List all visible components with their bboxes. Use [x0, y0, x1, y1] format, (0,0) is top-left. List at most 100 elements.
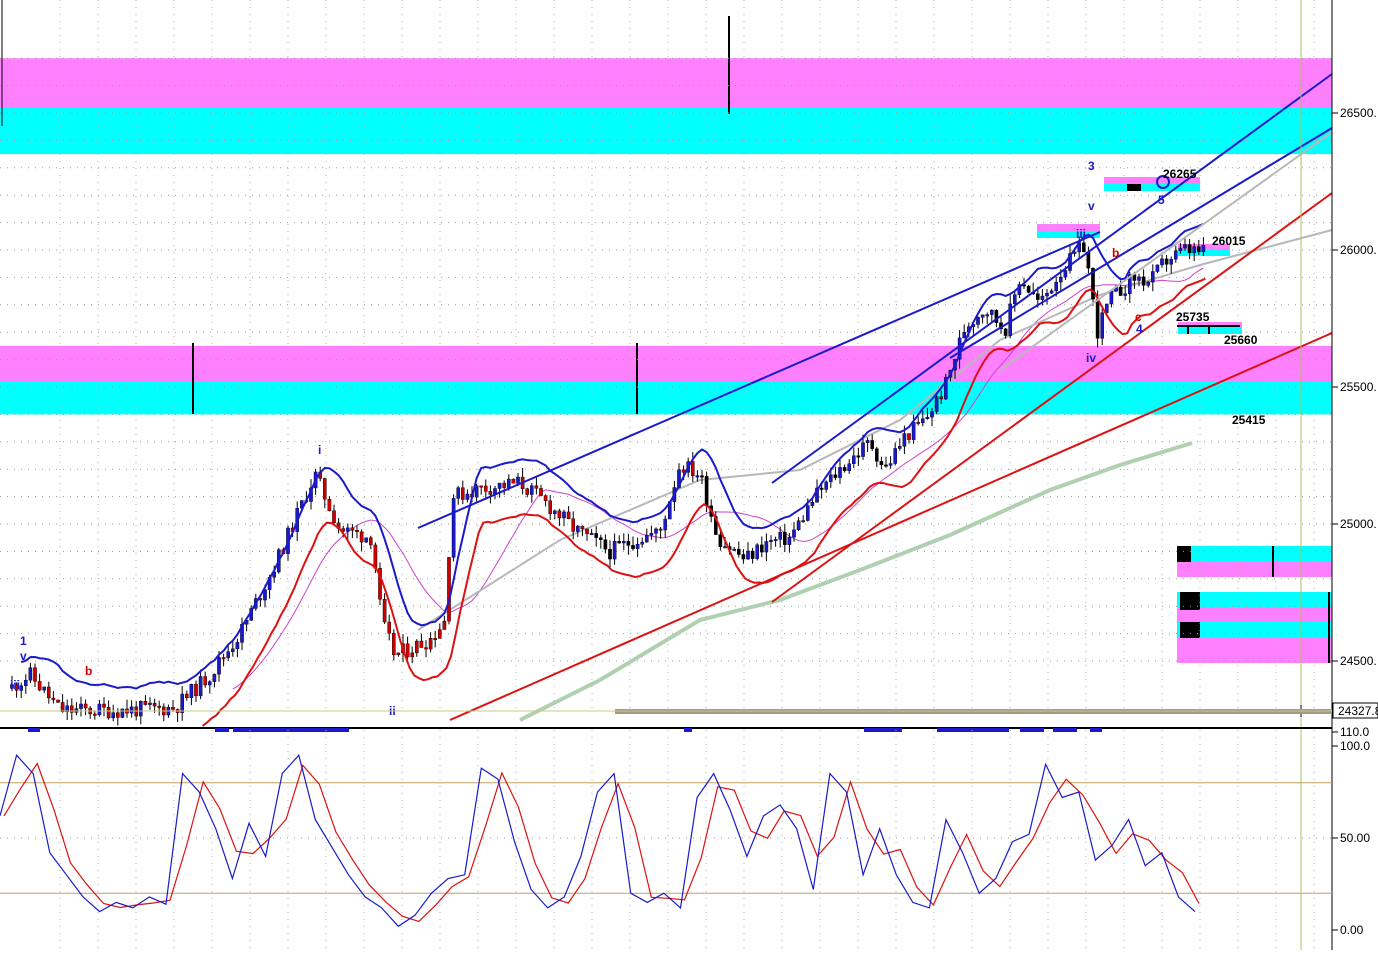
chart-svg: 1viiibiii3viiiivbc45 2626526015257352566…	[0, 0, 1378, 950]
candle-body	[737, 548, 741, 555]
zone-band	[1037, 224, 1100, 231]
candle-body	[870, 440, 874, 449]
candle-body	[129, 706, 134, 714]
candle-body	[723, 546, 727, 549]
candle-body	[626, 541, 631, 546]
zone-band	[0, 381, 1332, 415]
candle-body	[189, 684, 194, 699]
candle-body	[392, 633, 396, 656]
wave-label: 5	[1158, 193, 1165, 207]
candle-body	[120, 708, 125, 718]
candle-body	[576, 525, 580, 532]
candle-body	[373, 544, 378, 569]
signal-block	[215, 728, 229, 732]
candle-body	[1173, 250, 1178, 260]
candle-body	[760, 544, 764, 553]
zone-band	[1177, 592, 1332, 607]
candle-body	[829, 474, 833, 483]
candle-body	[1164, 258, 1169, 265]
candle-body	[893, 448, 897, 464]
zone-band	[1104, 184, 1200, 191]
candle-body	[1178, 247, 1183, 251]
candle-body	[976, 317, 980, 325]
candle-body	[1026, 285, 1031, 293]
candle-body	[750, 550, 755, 559]
candle-body	[1109, 291, 1114, 305]
green-moving-average	[519, 441, 1193, 722]
candle-body	[525, 488, 529, 495]
oscillator-lines	[0, 753, 1200, 928]
candle-body	[622, 541, 626, 544]
price-level-label: 25415	[1232, 413, 1266, 427]
zone-band	[0, 107, 1332, 155]
candle-body	[497, 482, 502, 489]
candle-body	[350, 527, 355, 531]
candle-body	[663, 518, 667, 531]
candle-body	[111, 712, 115, 719]
candle-body	[516, 476, 520, 484]
candle-body	[230, 648, 235, 652]
candle-body	[1160, 258, 1164, 266]
candle-body	[424, 647, 428, 650]
wave-label: v	[20, 649, 27, 663]
candle-body	[461, 487, 465, 500]
candle-body	[24, 680, 28, 686]
candle-body	[704, 476, 709, 506]
candle-body	[580, 525, 585, 530]
candle-body	[980, 314, 985, 318]
candle-body	[852, 455, 856, 464]
candle-body	[194, 684, 198, 697]
candle-body	[1054, 281, 1058, 292]
candle-body	[842, 467, 847, 471]
candle-body	[608, 548, 612, 560]
candle-body	[1155, 264, 1160, 272]
candle-body	[37, 681, 42, 691]
axis-tick-label: 24500.	[1340, 654, 1377, 668]
signal-block	[1053, 728, 1077, 732]
candle-body	[511, 478, 516, 484]
candle-body	[484, 485, 488, 492]
candle-body	[1003, 328, 1008, 336]
candle-body	[911, 421, 916, 440]
candle-body	[364, 537, 369, 543]
candle-body	[387, 621, 392, 634]
candle-body	[217, 657, 221, 675]
candle-body	[792, 529, 796, 538]
candle-body	[810, 501, 815, 506]
candle-body	[1081, 242, 1086, 253]
candle-body	[566, 511, 571, 519]
candle-body	[645, 535, 649, 543]
candle-body	[879, 461, 884, 466]
wave-label: iii	[10, 678, 20, 692]
candle-body	[502, 482, 507, 488]
candle-body	[681, 469, 686, 473]
axis-tick-label: 50.00	[1340, 831, 1370, 845]
candle-body	[603, 539, 608, 550]
candle-body	[732, 548, 736, 551]
candle-body	[888, 463, 893, 466]
candle-body	[543, 495, 548, 501]
candle-body	[1040, 295, 1045, 300]
last-price-label: 24327.8	[1338, 704, 1378, 718]
candle-body	[56, 699, 60, 703]
candle-body	[235, 642, 240, 650]
candle-body	[92, 713, 97, 716]
candle-body	[51, 697, 56, 701]
signal-block	[937, 728, 1009, 732]
candle-body	[19, 685, 24, 691]
candle-body	[833, 474, 838, 478]
candle-body	[990, 309, 994, 315]
candle-body	[359, 531, 364, 543]
candle-body	[148, 702, 152, 705]
candle-body	[405, 643, 410, 658]
candle-body	[203, 676, 208, 686]
candle-body	[599, 537, 603, 540]
wave-label: b	[1112, 246, 1119, 260]
zone-band	[0, 345, 1332, 382]
candle-body	[419, 640, 424, 648]
candle-body	[198, 676, 203, 697]
wave-label: iii	[1076, 227, 1086, 241]
candle-body	[898, 446, 902, 449]
candle-body	[691, 461, 695, 477]
candle-body	[1169, 259, 1173, 265]
